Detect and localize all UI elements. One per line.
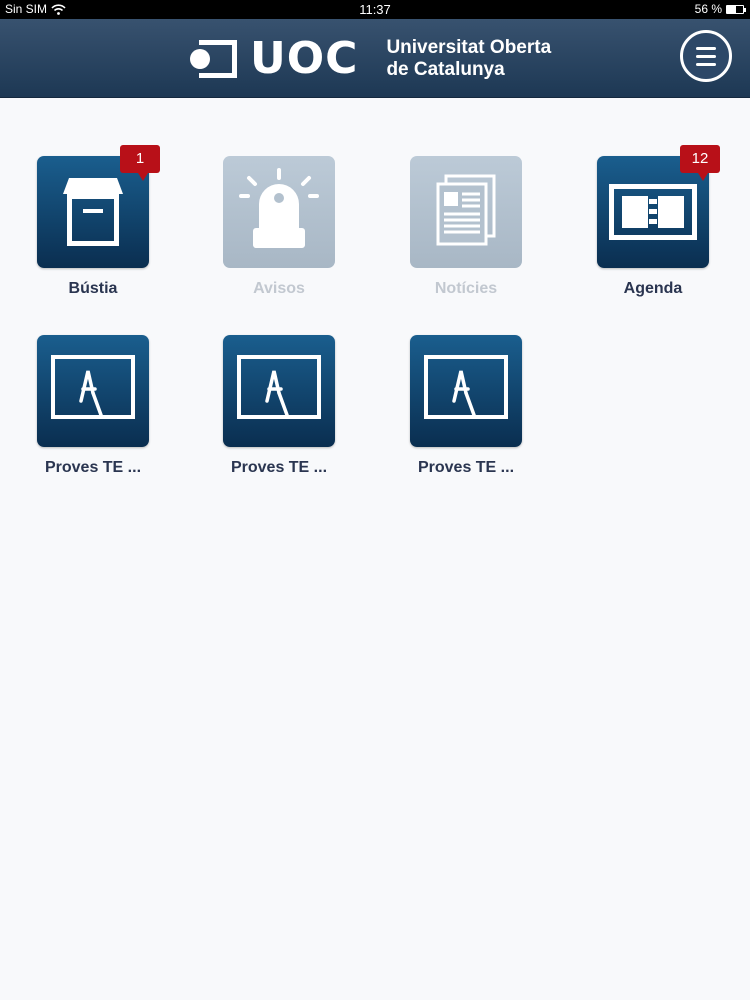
tile-proves-te-3[interactable]: Proves TE ...: [391, 335, 541, 477]
classroom-board-icon: [424, 355, 508, 419]
tile-noticies[interactable]: Notícies: [391, 156, 541, 298]
logo-name-line-2: de Catalunya: [386, 59, 505, 80]
battery-indicator: 56 %: [694, 2, 746, 16]
logo-name-line-1: Universitat Oberta: [386, 37, 552, 58]
tile-noticies-icon-box: [410, 156, 522, 268]
tile-label: Notícies: [434, 280, 498, 297]
tile-bustia-icon-box: 1: [37, 145, 160, 268]
tile-proves-icon-box: [223, 335, 335, 447]
newspaper-icon: [436, 174, 496, 246]
uoc-logo: UOC Universitat Oberta de Catalunya: [190, 33, 551, 85]
tile-agenda-icon-box: 12: [597, 145, 720, 268]
classroom-board-icon: [51, 355, 135, 419]
logo-full-name: Universitat Oberta de Catalunya: [386, 37, 551, 81]
tile-label: Agenda: [623, 280, 683, 297]
tile-agenda[interactable]: 12 Agenda: [578, 145, 728, 298]
uoc-logo-mark: [190, 40, 238, 78]
app-header: UOC Universitat Oberta de Catalunya: [0, 19, 750, 98]
status-time: 11:37: [359, 2, 391, 17]
tile-proves-icon-box: [37, 335, 149, 447]
unread-badge: 1: [120, 145, 160, 181]
tile-label: Avisos: [253, 280, 305, 297]
tile-proves-icon-box: [410, 335, 522, 447]
classroom-board-icon: [237, 355, 321, 419]
battery-icon: [726, 4, 746, 14]
mailbox-icon: [63, 178, 123, 246]
logo-abbreviation: UOC: [250, 33, 359, 84]
unread-badge: 12: [680, 145, 720, 181]
menu-button[interactable]: [680, 30, 732, 82]
tile-label: Proves TE ...: [417, 459, 515, 476]
tile-label: Proves TE ...: [44, 459, 142, 476]
tile-label: Proves TE ...: [230, 459, 328, 476]
tile-avisos-icon-box: [223, 156, 335, 268]
tile-label: Bústia: [68, 280, 118, 297]
tile-proves-te-1[interactable]: Proves TE ...: [18, 335, 168, 477]
alarm-light-icon: [239, 168, 319, 248]
tile-avisos[interactable]: Avisos: [204, 156, 354, 298]
hamburger-menu-icon: [696, 46, 716, 50]
battery-percent: 56 %: [694, 2, 722, 16]
status-bar: Sin SIM 11:37 56 %: [0, 0, 750, 19]
battery-level-fill: [727, 5, 736, 13]
agenda-icon: [609, 184, 697, 240]
tile-proves-te-2[interactable]: Proves TE ...: [204, 335, 354, 477]
tile-bustia[interactable]: 1 Bústia: [18, 145, 168, 298]
